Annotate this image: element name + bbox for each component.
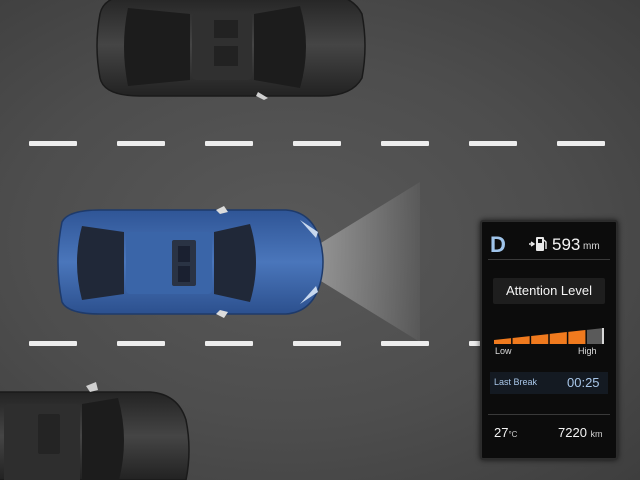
- attention-max-marker: [602, 328, 604, 344]
- vehicle-bottom-left: [0, 382, 190, 480]
- gear-indicator: D: [490, 232, 506, 257]
- temperature-unit: °C: [508, 430, 518, 439]
- odometer-value: 7220: [558, 425, 587, 440]
- attention-segment: [586, 328, 604, 344]
- scale-high-label: High: [578, 346, 597, 356]
- odometer: 7220 km: [558, 425, 603, 440]
- scale-low-label: Low: [495, 346, 512, 356]
- outside-temperature: 27°C: [494, 425, 517, 440]
- odometer-unit: km: [590, 429, 603, 439]
- hud-status-row: D 593 mm: [482, 222, 616, 262]
- attention-title-box: Attention Level: [493, 278, 605, 304]
- attention-level-gauge: [494, 328, 604, 344]
- attention-segment: [549, 332, 567, 344]
- driver-info-display: D 593 mm Attention Level Low High Last B…: [480, 220, 618, 460]
- vehicle-top: [96, 0, 366, 100]
- attention-segment: [531, 334, 549, 344]
- attention-segment: [568, 330, 586, 344]
- fuel-range-value: 593: [552, 235, 581, 254]
- attention-level-label: Attention Level: [505, 283, 592, 298]
- last-break-label: Last Break: [494, 377, 538, 387]
- divider: [488, 259, 610, 260]
- temperature-value: 27: [494, 425, 509, 440]
- fuel-pump-icon: [529, 237, 547, 251]
- fuel-range-unit: mm: [583, 241, 600, 252]
- last-break-time: 00:25: [567, 375, 600, 390]
- last-break-row: Last Break 00:25: [490, 372, 608, 394]
- ego-vehicle: [57, 206, 324, 318]
- attention-segment: [512, 336, 530, 344]
- attention-segment: [494, 338, 512, 344]
- divider: [488, 414, 610, 415]
